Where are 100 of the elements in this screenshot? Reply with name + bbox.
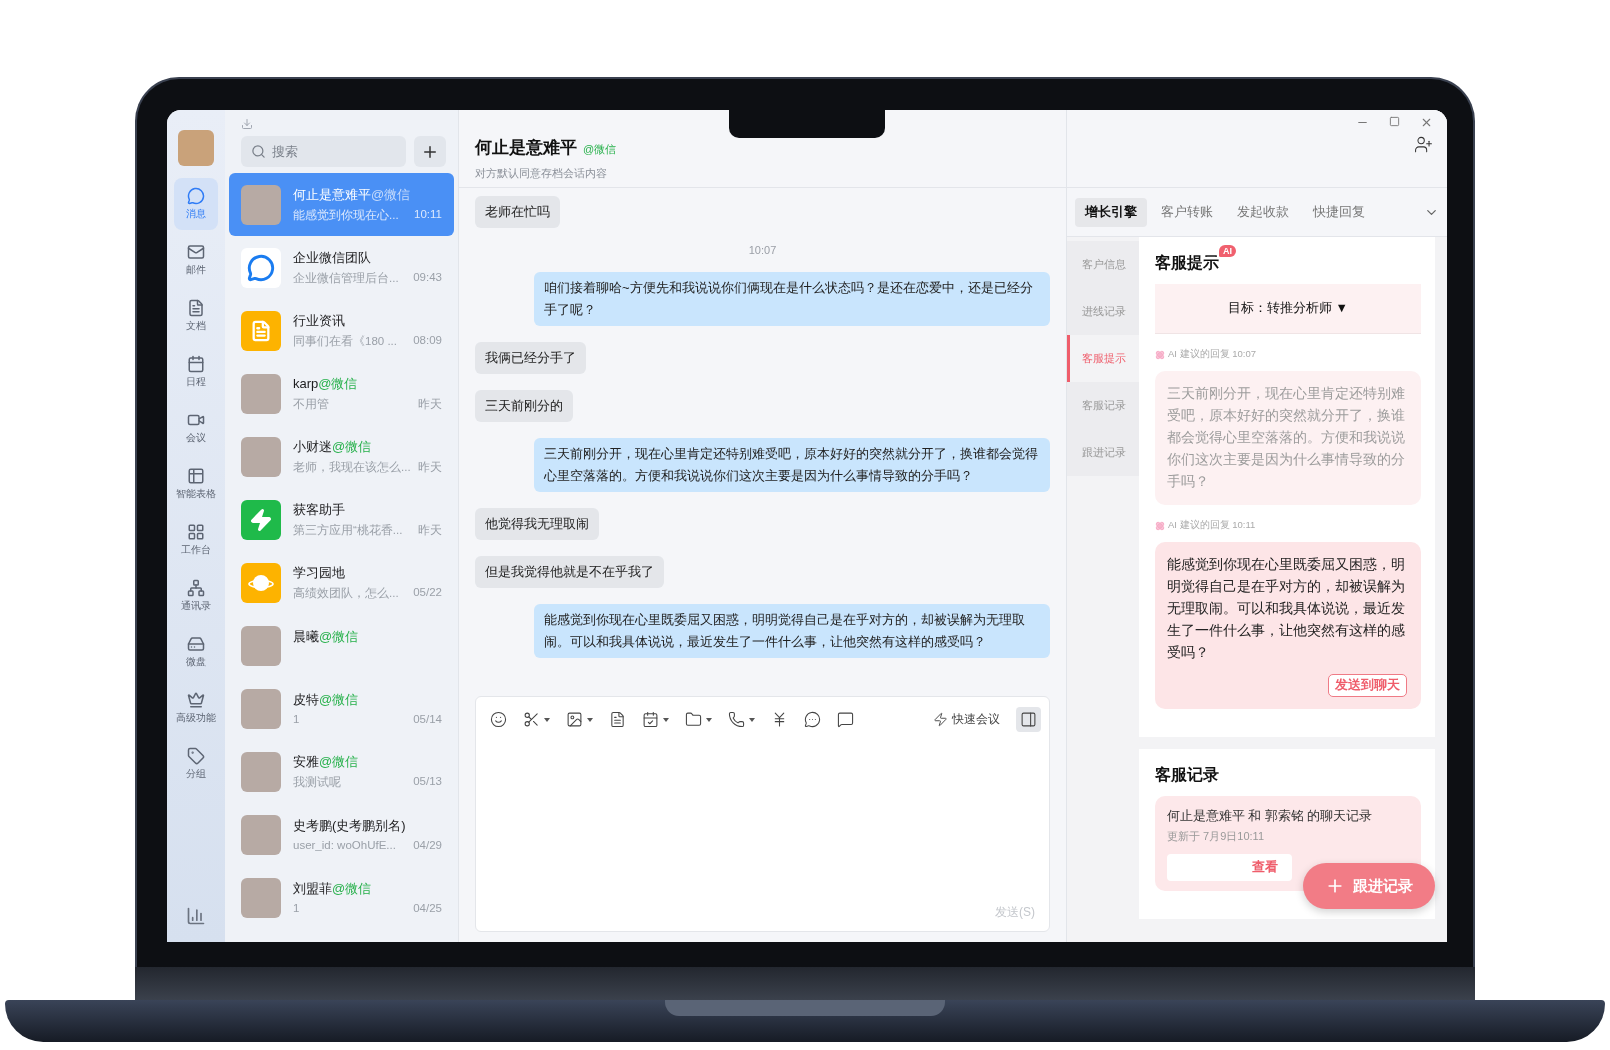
chat-list-item[interactable]: 史考鹏(史考鹏别名) user_id: woOhUfE... 04/29 [229, 803, 454, 866]
phone-icon [728, 711, 745, 728]
section-title: 客服记录 [1155, 765, 1219, 785]
sent-message: 能感觉到你现在心里既委屈又困惑，明明觉得自己是在乎对方的，却被误解为无理取闹。可以和我具体说说，最近发生了一件什么事，让他突然有这样的感受吗？ [534, 604, 1050, 658]
message-time: 04/29 [413, 838, 442, 853]
caret-icon [706, 717, 712, 722]
nav-item[interactable]: 邮件 [174, 234, 218, 286]
contact-name: karp@微信 [293, 375, 359, 393]
photo-placeholder [241, 751, 281, 792]
image-icon [566, 711, 583, 728]
toolbar-button[interactable] [728, 711, 755, 728]
nav-item[interactable]: 分组 [174, 738, 218, 790]
suggestion-meta: AI 建议的回复 10:07 [1168, 348, 1257, 361]
tab[interactable]: 发起收款 [1227, 197, 1299, 227]
photo-placeholder [241, 688, 281, 729]
message-preview: 不用管 [293, 397, 329, 412]
drive-icon [187, 635, 205, 653]
nav-item[interactable]: 工作台 [174, 514, 218, 566]
caret-icon [544, 717, 550, 722]
table-icon [187, 467, 205, 485]
record-title: 何止是意难平 和 郭索铭 的聊天记录 [1167, 808, 1374, 825]
caret-icon [663, 717, 669, 722]
chat-list-item[interactable]: 皮特@微信 1 05/14 [229, 677, 454, 740]
suggestion-meta: AI 建议的回复 10:11 [1168, 519, 1256, 532]
received-message: 我俩已经分手了 [475, 342, 586, 374]
sent-message: 咱们接着聊哈~方便先和我说说你们俩现在是什么状态吗？是还在恋爱中，还是已经分手了呢？ [534, 272, 1050, 326]
add-button[interactable] [414, 136, 446, 167]
toolbar-button[interactable] [642, 711, 669, 728]
planet-app-icon [241, 562, 281, 603]
contact-name: 刘盟菲@微信 [293, 879, 373, 898]
add-user-icon[interactable] [1414, 135, 1433, 154]
toolbar-button[interactable] [609, 711, 626, 728]
panel-toggle-button[interactable] [1016, 707, 1041, 732]
caret-icon [587, 717, 593, 722]
chat-list-item[interactable]: 刘盟菲@微信 1 04/25 [229, 866, 454, 929]
message-preview: 1 [293, 712, 300, 727]
chat-app-icon [241, 247, 281, 288]
nav-item[interactable]: 微盘 [174, 626, 218, 678]
toolbar-button[interactable] [837, 711, 854, 728]
network-icon [187, 579, 205, 597]
quick-meeting-button[interactable]: 快速会议 [933, 711, 1000, 728]
nav-item[interactable]: 会议 [174, 402, 218, 454]
flower-icon [1155, 349, 1165, 360]
chat-list-item[interactable]: 企业微信团队 企业微信管理后台... 09:43 [229, 236, 454, 299]
timestamp: 10:07 [748, 244, 777, 256]
chat-list-item[interactable]: 何止是意难平@微信 能感觉到你现在心... 10:11 [229, 173, 454, 236]
nav-item[interactable]: 文档 [174, 290, 218, 342]
message-preview: 老师，我现在该怎么... [293, 460, 411, 475]
message-time: 昨天 [418, 397, 442, 412]
toolbar-button[interactable] [804, 711, 821, 728]
chat-list-item[interactable]: 获客助手 第三方应用“桃花香... 昨天 [229, 488, 454, 551]
chat-list-item[interactable]: 小财迷@微信 老师，我现在该怎么... 昨天 [229, 425, 454, 488]
view-record-button[interactable]: 查看 [1167, 854, 1292, 881]
toolbar-button[interactable] [685, 711, 712, 728]
tab[interactable]: 客户转账 [1151, 197, 1223, 227]
tab[interactable]: 快捷回复 [1303, 197, 1375, 227]
photo-placeholder [241, 814, 281, 855]
follow-up-button[interactable]: 跟进记录 [1303, 863, 1435, 909]
toolbar-button[interactable] [523, 711, 550, 728]
search-icon [251, 144, 266, 159]
nav-item[interactable]: 通讯录 [174, 570, 218, 622]
nav-item[interactable]: 日程 [174, 346, 218, 398]
folder-icon [685, 711, 702, 728]
chat-list-item[interactable]: 晨曦@微信 [229, 614, 454, 677]
tab[interactable]: 增长引擎 [1075, 197, 1147, 227]
toolbar-button[interactable] [490, 711, 507, 728]
bar-chart-icon[interactable] [186, 906, 206, 926]
contact-name: 小财迷@微信 [293, 438, 373, 456]
suggestion-text: 三天前刚分开，现在心里肯定还特别难受吧，原本好好的突然就分开了，换谁都会觉得心里空落落的。方便和我说说你们这次主要是因为什么事情导致的分手吗？ [1167, 385, 1406, 491]
document-icon [609, 711, 626, 728]
message-preview: 同事们在看《180 ... [293, 334, 397, 349]
message-time: 昨天 [418, 460, 442, 475]
chat-list-item[interactable]: karp@微信 不用管 昨天 [229, 362, 454, 425]
search-field[interactable]: 搜索 [241, 136, 406, 167]
send-to-chat-button[interactable]: 发送到聊天 [1328, 674, 1407, 697]
toolbar-button[interactable] [566, 711, 593, 728]
contact-name: 史考鹏(史考鹏别名) [293, 816, 407, 835]
nav-item[interactable]: 高级功能 [174, 682, 218, 734]
chat-list-item[interactable]: 学习园地 高绩效团队，怎么... 05/22 [229, 551, 454, 614]
record-updated: 更新于 7月9日10:11 [1167, 829, 1265, 844]
sent-message: 三天前刚分开，现在心里肯定还特别难受吧，原本好好的突然就分开了，换谁都会觉得心里空落落的。方便和我说说你们这次主要是因为什么事情导致的分手吗？ [534, 438, 1050, 492]
lightning-app-icon [241, 499, 281, 540]
chat-list-item[interactable]: 安雅@微信 我测试呢 05/13 [229, 740, 454, 803]
message-preview: 第三方应用“桃花香... [293, 523, 403, 538]
message-time: 04/25 [413, 901, 442, 916]
document-icon [187, 299, 205, 317]
suggestion-text: 能感觉到你现在心里既委屈又困惑，明明觉得自己是在乎对方的，却被误解为无理取闹。可以和我具体说说，最近发生了一件什么事，让他突然有这样的感受吗？ [1167, 556, 1406, 662]
photo-placeholder [241, 373, 281, 414]
message-preview: 1 [293, 901, 300, 916]
chat-list-item[interactable]: 行业资讯 同事们在看《180 ... 08:09 [229, 299, 454, 362]
close-icon[interactable] [1420, 116, 1433, 129]
lightning-icon [933, 712, 948, 727]
message-time: 08:09 [413, 334, 442, 348]
goal-dropdown[interactable]: 目标：转推分析师 ▼ [1155, 284, 1421, 334]
nav-item[interactable]: 消息 [174, 178, 218, 230]
received-message: 但是我觉得他就是不在乎我了 [475, 556, 664, 588]
note-app-icon [241, 310, 281, 351]
flower-icon [1155, 520, 1165, 531]
maximize-icon[interactable] [1389, 116, 1400, 127]
nav-item[interactable]: 智能表格 [174, 458, 218, 510]
